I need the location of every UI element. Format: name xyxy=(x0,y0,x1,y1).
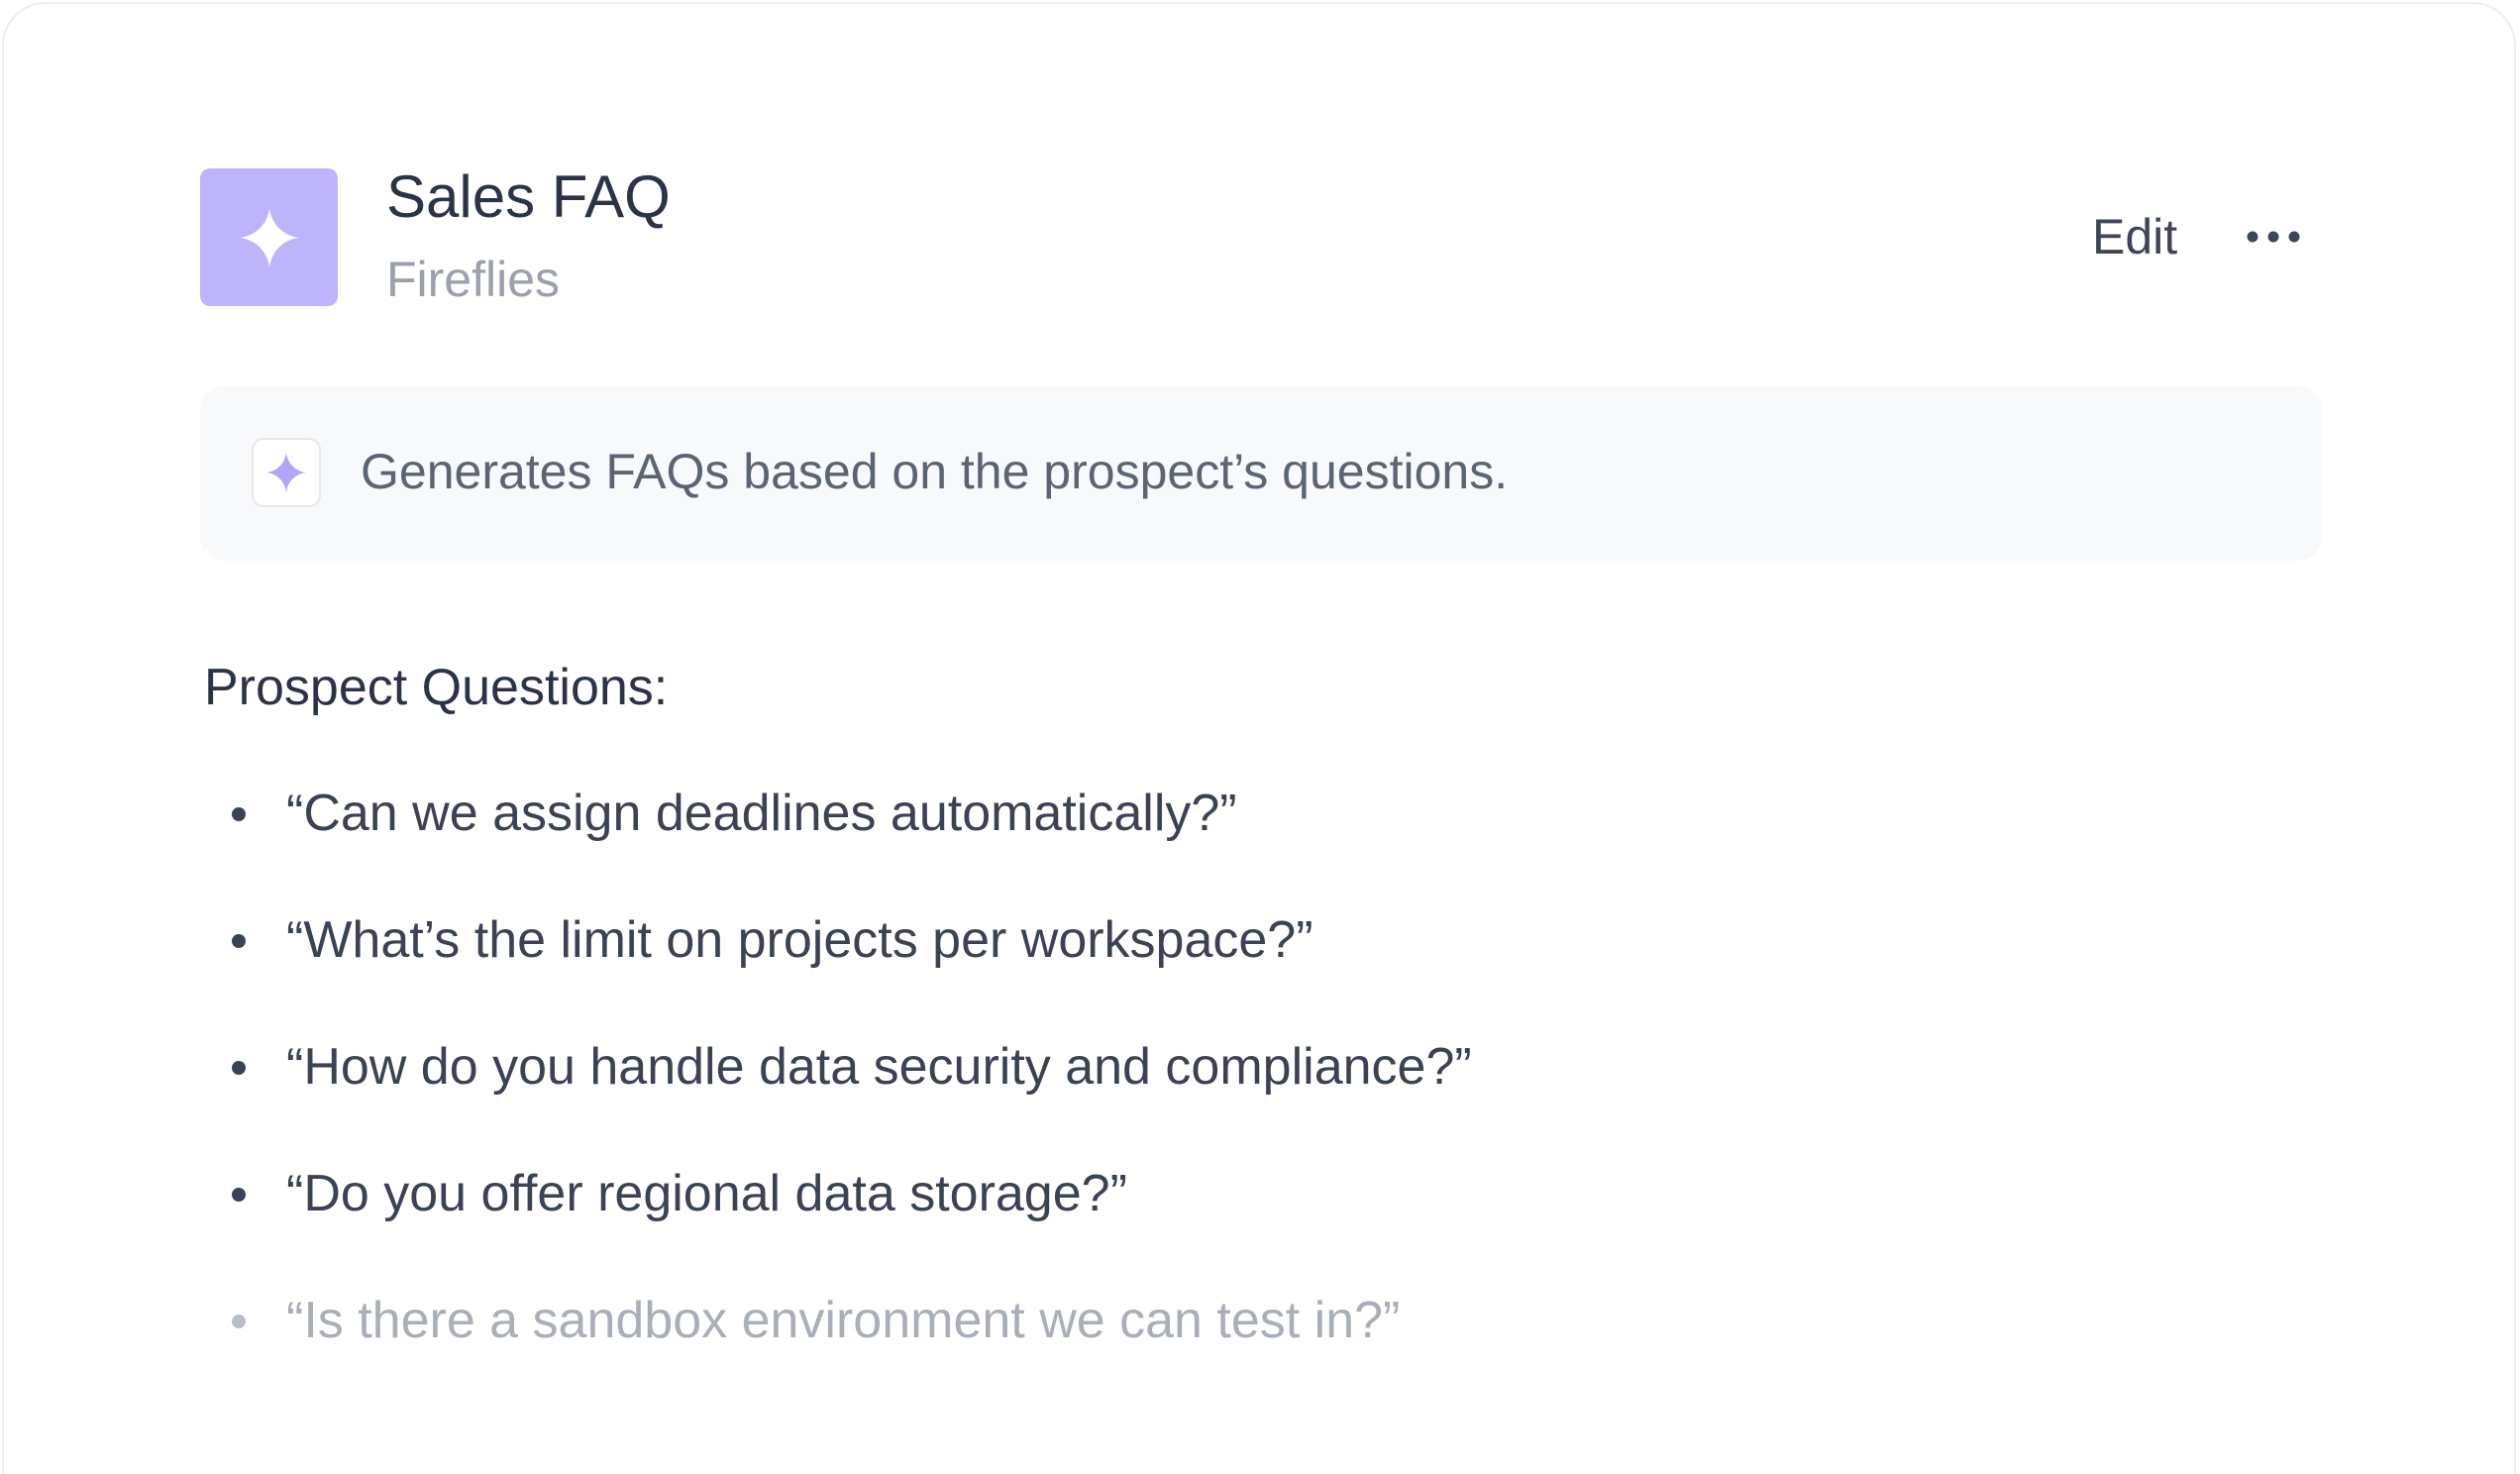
sparkle-icon xyxy=(239,207,299,267)
description-text: Generates FAQs based on the prospect’s q… xyxy=(361,444,1509,499)
page-subtitle: Fireflies xyxy=(386,252,561,307)
bullet-icon xyxy=(232,934,246,948)
question-text: “How do you handle data security and com… xyxy=(286,1038,1472,1096)
bullet-icon xyxy=(232,1188,246,1202)
bullet-icon xyxy=(232,807,246,821)
description-panel: Generates FAQs based on the prospect’s q… xyxy=(200,386,2322,561)
question-text: “Can we assign deadlines automatically?” xyxy=(286,785,1237,842)
bullet-icon xyxy=(232,1315,246,1328)
bullet-icon xyxy=(232,1061,246,1075)
question-text: “What’s the limit on projects per worksp… xyxy=(286,911,1313,969)
page-title: Sales FAQ xyxy=(386,163,671,230)
question-text: “Do you offer regional data storage?” xyxy=(286,1165,1127,1222)
faq-card: Sales FAQ Fireflies Edit Generates FAQs … xyxy=(2,2,2516,1474)
sparkle-icon xyxy=(266,453,306,492)
more-horizontal-icon xyxy=(2247,231,2300,243)
description-icon-badge xyxy=(252,438,321,507)
question-text: “Is there a sandbox environment we can t… xyxy=(286,1292,1401,1349)
app-icon xyxy=(200,168,338,306)
edit-button[interactable]: Edit xyxy=(2074,202,2195,271)
section-heading: Prospect Questions: xyxy=(204,659,669,716)
more-options-button[interactable] xyxy=(2229,202,2318,271)
